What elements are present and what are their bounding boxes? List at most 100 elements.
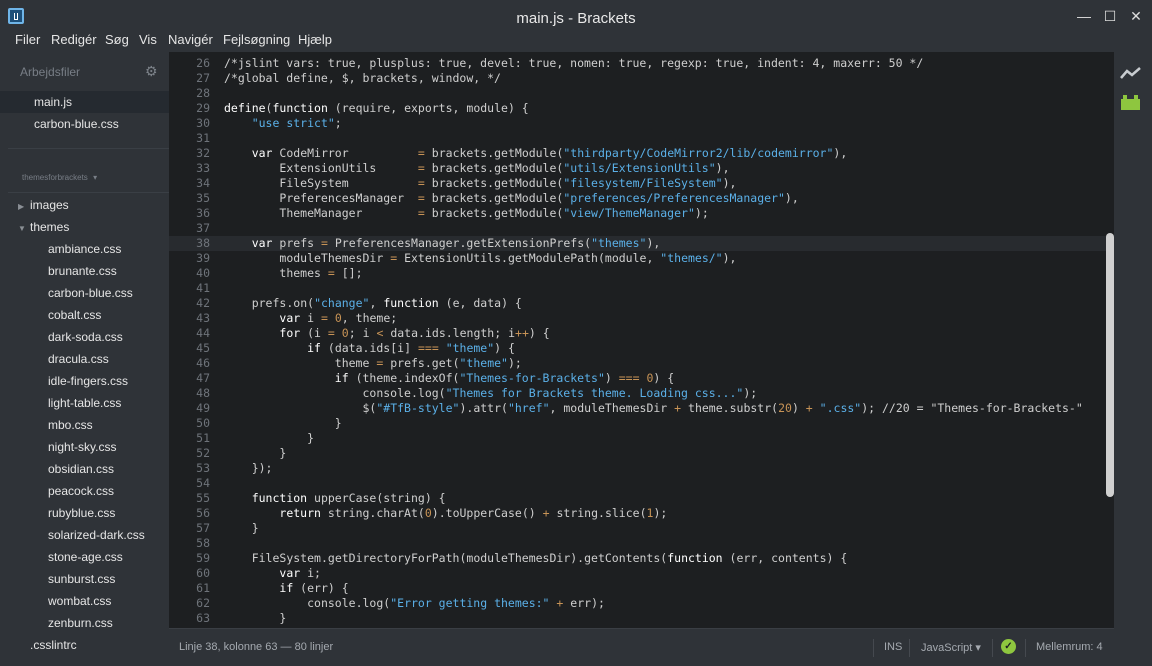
code-line[interactable]: 57 } (169, 521, 1107, 536)
tree-file-item[interactable]: obsidian.css (48, 458, 114, 480)
status-divider (909, 639, 910, 657)
code-line[interactable]: 44 for (i = 0; i < data.ids.length; i++)… (169, 326, 1107, 341)
code-line[interactable]: 46 theme = prefs.get("theme"); (169, 356, 1107, 371)
extension-manager-icon[interactable] (1120, 94, 1142, 111)
working-files-header: Arbejdsfiler (20, 65, 81, 79)
code-line[interactable]: 49 $("#TfB-style").attr("href", moduleTh… (169, 401, 1107, 416)
line-number: 47 (196, 371, 210, 385)
line-number: 51 (196, 431, 210, 445)
tree-file-item[interactable]: dark-soda.css (48, 326, 123, 348)
tree-file-item[interactable]: peacock.css (48, 480, 114, 502)
code-line[interactable]: 28 (169, 86, 1107, 101)
language-select[interactable]: JavaScript ▾ (921, 641, 981, 654)
code-line[interactable]: 48 console.log("Themes for Brackets them… (169, 386, 1107, 401)
tree-file-item[interactable]: sunburst.css (48, 568, 115, 590)
working-file-item[interactable]: main.js (0, 91, 169, 113)
menu-navigate[interactable]: Navigér (168, 32, 213, 47)
code-text: console.log("Themes for Brackets theme. … (362, 386, 758, 400)
code-line[interactable]: 41 (169, 281, 1107, 296)
tree-file-item[interactable]: solarized-dark.css (48, 524, 145, 546)
code-line[interactable]: 54 (169, 476, 1107, 491)
tree-file-item[interactable]: zenburn.css (48, 612, 113, 634)
scrollbar-thumb[interactable] (1106, 233, 1114, 497)
menu-file[interactable]: Filer (15, 32, 40, 47)
code-line[interactable]: 29 define(function (require, exports, mod… (169, 101, 1107, 116)
tree-file-item[interactable]: light-table.css (48, 392, 121, 414)
tree-file-item[interactable]: ambiance.css (48, 238, 121, 260)
code-line[interactable]: 55 function upperCase(string) { (169, 491, 1107, 506)
code-line[interactable]: 43 var i = 0, theme; (169, 311, 1107, 326)
window-title: main.js - Brackets (516, 10, 636, 27)
code-line[interactable]: 50 } (169, 416, 1107, 431)
tree-file-item[interactable]: brunante.css (48, 260, 117, 282)
line-number: 36 (196, 206, 210, 220)
line-number: 45 (196, 341, 210, 355)
code-line[interactable]: 51 } (169, 431, 1107, 446)
code-line[interactable]: 31 (169, 131, 1107, 146)
code-text: } (224, 416, 342, 430)
code-line[interactable]: 26 /*jslint vars: true, plusplus: true, d… (169, 56, 1107, 71)
code-line[interactable]: 39 moduleThemesDir = ExtensionUtils.getM… (169, 251, 1107, 266)
line-number: 35 (196, 191, 210, 205)
code-line[interactable]: 61 if (err) { (169, 581, 1107, 596)
tree-file-item[interactable]: cobalt.css (48, 304, 101, 326)
maximize-icon[interactable]: ☐ (1098, 6, 1122, 26)
code-line[interactable]: 33 ExtensionUtils = brackets.getModule("… (169, 161, 1107, 176)
code-line[interactable]: 38 var prefs = PreferencesManager.getExt… (169, 236, 1107, 251)
line-number: 26 (196, 56, 210, 70)
menu-debug[interactable]: Fejlsøgning (223, 32, 290, 47)
code-line[interactable]: 60 var i; (169, 566, 1107, 581)
code-line[interactable]: 42 prefs.on("change", function (e, data)… (169, 296, 1107, 311)
project-title[interactable]: themesforbrackets ▾ (20, 169, 97, 183)
insert-mode-toggle[interactable]: INS (884, 641, 902, 653)
code-line[interactable]: 45 if (data.ids[i] === "theme") { (169, 341, 1107, 356)
line-number: 42 (196, 296, 210, 310)
tree-file-item[interactable]: stone-age.css (48, 546, 123, 568)
code-line[interactable]: 27 /*global define, $, brackets, window, … (169, 71, 1107, 86)
menu-view[interactable]: Vis (139, 32, 157, 47)
tree-folder-themes[interactable]: ▼ themes (18, 216, 69, 238)
code-line[interactable]: 32 var CodeMirror = brackets.getModule("… (169, 146, 1107, 161)
gear-icon[interactable]: ⚙ (145, 64, 159, 78)
code-line[interactable]: 36 ThemeManager = brackets.getModule("vi… (169, 206, 1107, 221)
check-icon[interactable]: ✓ (1001, 639, 1016, 654)
code-line[interactable]: 52 } (169, 446, 1107, 461)
close-icon[interactable]: ✕ (1124, 6, 1148, 26)
code-line[interactable]: 47 if (theme.indexOf("Themes-for-Bracket… (169, 371, 1107, 386)
code-text: if (err) { (279, 581, 349, 595)
sidebar: Arbejdsfiler ⚙ main.js carbon-blue.css t… (0, 52, 169, 666)
code-text: var i; (279, 566, 321, 580)
code-line[interactable]: 40 themes = []; (169, 266, 1107, 281)
tree-folder-images[interactable]: ▶ images (18, 194, 69, 216)
menu-find[interactable]: Søg (105, 32, 129, 47)
code-line[interactable]: 63 } (169, 611, 1107, 626)
tree-file-csslintrc[interactable]: .csslintrc (30, 634, 77, 656)
code-line[interactable]: 62 console.log("Error getting themes:" +… (169, 596, 1107, 611)
tree-file-item[interactable]: rubyblue.css (48, 502, 115, 524)
code-editor[interactable]: 26 /*jslint vars: true, plusplus: true, d… (169, 52, 1107, 628)
code-line[interactable]: 58 (169, 536, 1107, 551)
indent-setting[interactable]: Mellemrum: 4 (1036, 641, 1103, 653)
menu-edit[interactable]: Redigér (51, 32, 97, 47)
code-line[interactable]: 59 FileSystem.getDirectoryForPath(module… (169, 551, 1107, 566)
tree-file-item[interactable]: mbo.css (48, 414, 93, 436)
code-line[interactable]: 30 "use strict"; (169, 116, 1107, 131)
code-text: var i = 0, theme; (279, 311, 398, 325)
minimize-icon[interactable]: — (1072, 6, 1096, 26)
line-number: 29 (196, 101, 210, 115)
tree-file-item[interactable]: dracula.css (48, 348, 109, 370)
tree-file-item[interactable]: night-sky.css (48, 436, 116, 458)
tree-file-item[interactable]: carbon-blue.css (48, 282, 133, 304)
code-line[interactable]: 53 }); (169, 461, 1107, 476)
menu-help[interactable]: Hjælp (298, 32, 332, 47)
live-preview-icon[interactable] (1120, 66, 1142, 80)
code-text: FileSystem.getDirectoryForPath(moduleThe… (251, 551, 848, 565)
code-line[interactable]: 34 FileSystem = brackets.getModule("file… (169, 176, 1107, 191)
code-line[interactable]: 56 return string.charAt(0).toUpperCase()… (169, 506, 1107, 521)
tree-file-item[interactable]: idle-fingers.css (48, 370, 128, 392)
tree-file-item[interactable]: wombat.css (48, 590, 111, 612)
code-line[interactable]: 37 (169, 221, 1107, 236)
working-file-item[interactable]: carbon-blue.css (0, 113, 169, 135)
code-line[interactable]: 35 PreferencesManager = brackets.getModu… (169, 191, 1107, 206)
code-text: } (224, 611, 287, 625)
